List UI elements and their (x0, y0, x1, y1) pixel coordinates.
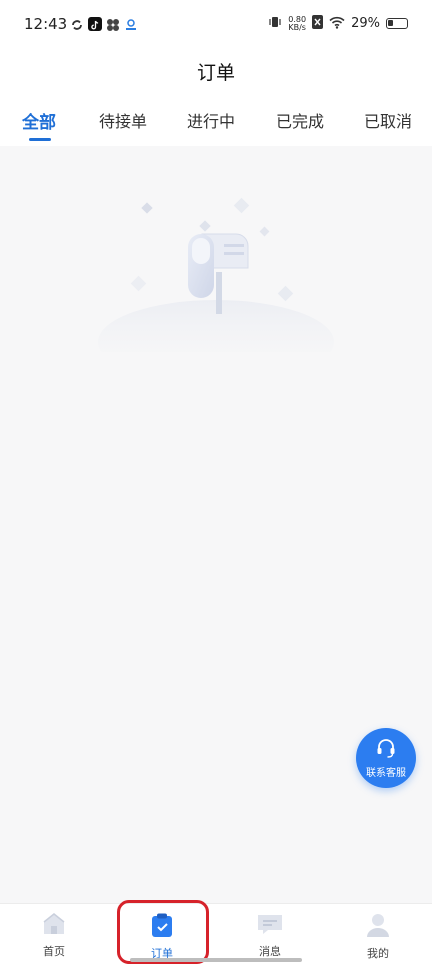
no-sim-icon (312, 14, 324, 33)
active-tab-indicator (29, 138, 51, 141)
tab-pending[interactable]: 待接单 (99, 108, 147, 132)
status-bar: 12:43 0.80 KB/s 29% (0, 0, 432, 50)
bottom-navigation: 首页 订单 消息 我的 (0, 903, 432, 964)
page-title: 订单 (196, 62, 235, 84)
status-time: 12:43 (24, 15, 68, 33)
tab-all[interactable]: 全部 (22, 108, 56, 133)
sync-icon (70, 17, 84, 31)
empty-mailbox-illustration (92, 192, 340, 384)
nav-label-profile: 我的 (367, 947, 389, 960)
nav-item-profile[interactable]: 我的 (338, 912, 418, 961)
headset-icon (375, 738, 397, 762)
tab-cancelled[interactable]: 已取消 (364, 108, 412, 132)
user-icon (338, 912, 418, 942)
tab-completed[interactable]: 已完成 (276, 108, 324, 132)
net-speed-unit: KB/s (288, 22, 306, 32)
contact-support-button[interactable]: 联系客服 (356, 728, 416, 788)
home-icon (14, 912, 94, 940)
order-tabs: 全部 待接单 进行中 已完成 已取消 (0, 94, 432, 146)
contact-support-label: 联系客服 (366, 767, 406, 779)
message-icon (230, 912, 310, 940)
tab-in-progress[interactable]: 进行中 (187, 108, 235, 132)
tiktok-icon (88, 17, 102, 31)
battery-percent: 29% (351, 16, 380, 31)
net-speed: 0.80 KB/s (288, 15, 306, 32)
home-indicator (130, 958, 302, 962)
nav-label-home: 首页 (43, 945, 65, 958)
pinwheel-icon (106, 17, 120, 31)
wifi-icon (329, 14, 345, 33)
notification-icons (70, 17, 138, 31)
app-notification-icon (124, 17, 138, 31)
battery-icon (386, 18, 408, 29)
nav-item-orders[interactable]: 订单 (122, 912, 202, 961)
vibrate-icon (268, 14, 282, 33)
nav-item-home[interactable]: 首页 (14, 912, 94, 959)
header: 订单 (0, 50, 432, 94)
nav-label-messages: 消息 (259, 945, 281, 958)
clipboard-icon (122, 912, 202, 942)
nav-item-messages[interactable]: 消息 (230, 912, 310, 959)
status-right-group: 0.80 KB/s 29% (268, 14, 408, 33)
